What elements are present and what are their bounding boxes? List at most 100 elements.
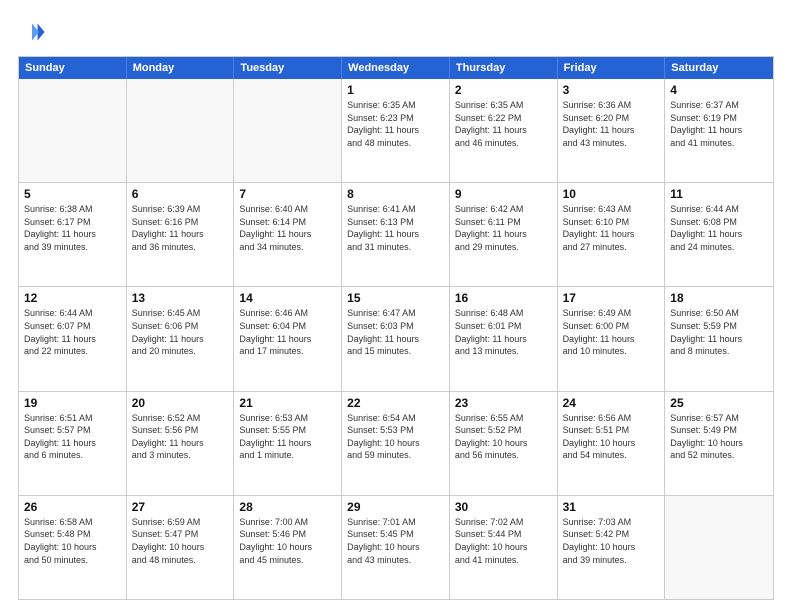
day-number: 26 [24, 500, 121, 514]
day-number: 11 [670, 187, 768, 201]
day-cell-9: 9 Sunrise: 6:42 AM Sunset: 6:11 PM Daylig… [450, 183, 558, 286]
day-cell-14: 14 Sunrise: 6:46 AM Sunset: 6:04 PM Dayli… [234, 287, 342, 390]
day-cell-31: 31 Sunrise: 7:03 AM Sunset: 5:42 PM Dayli… [558, 496, 666, 599]
day-info: Sunrise: 6:55 AM Sunset: 5:52 PM Dayligh… [455, 412, 552, 462]
calendar-row-1: 5 Sunrise: 6:38 AM Sunset: 6:17 PM Daylig… [19, 182, 773, 286]
day-cell-24: 24Sunrise: 6:56 AM Sunset: 5:51 PM Dayli… [558, 392, 666, 495]
day-number: 13 [132, 291, 229, 305]
day-info: Sunrise: 6:56 AM Sunset: 5:51 PM Dayligh… [563, 412, 660, 462]
day-cell-15: 15 Sunrise: 6:47 AM Sunset: 6:03 PM Dayli… [342, 287, 450, 390]
day-number: 15 [347, 291, 444, 305]
header-day-sunday: Sunday [19, 57, 127, 79]
day-cell-6: 6Sunrise: 6:39 AM Sunset: 6:16 PM Daylig… [127, 183, 235, 286]
day-info: Sunrise: 6:40 AM Sunset: 6:14 PM Dayligh… [239, 203, 336, 253]
day-cell-11: 11Sunrise: 6:44 AM Sunset: 6:08 PM Dayli… [665, 183, 773, 286]
day-cell-18: 18 Sunrise: 6:50 AM Sunset: 5:59 PM Dayli… [665, 287, 773, 390]
day-cell-3: 3Sunrise: 6:36 AM Sunset: 6:20 PM Daylig… [558, 79, 666, 182]
day-info: Sunrise: 6:45 AM Sunset: 6:06 PM Dayligh… [132, 307, 229, 357]
header-day-tuesday: Tuesday [234, 57, 342, 79]
day-info: Sunrise: 6:58 AM Sunset: 5:48 PM Dayligh… [24, 516, 121, 566]
day-info: Sunrise: 6:48 AM Sunset: 6:01 PM Dayligh… [455, 307, 552, 357]
day-cell-19: 19 Sunrise: 6:51 AM Sunset: 5:57 PM Dayli… [19, 392, 127, 495]
day-cell-10: 10 Sunrise: 6:43 AM Sunset: 6:10 PM Dayli… [558, 183, 666, 286]
calendar-header: SundayMondayTuesdayWednesdayThursdayFrid… [19, 57, 773, 79]
day-cell-25: 25 Sunrise: 6:57 AM Sunset: 5:49 PM Dayli… [665, 392, 773, 495]
day-info: Sunrise: 6:51 AM Sunset: 5:57 PM Dayligh… [24, 412, 121, 462]
day-cell-27: 27 Sunrise: 6:59 AM Sunset: 5:47 PM Dayli… [127, 496, 235, 599]
day-cell-4: 4Sunrise: 6:37 AM Sunset: 6:19 PM Daylig… [665, 79, 773, 182]
day-info: Sunrise: 6:43 AM Sunset: 6:10 PM Dayligh… [563, 203, 660, 253]
day-number: 30 [455, 500, 552, 514]
calendar-row-2: 12Sunrise: 6:44 AM Sunset: 6:07 PM Dayli… [19, 286, 773, 390]
header [18, 18, 774, 46]
day-number: 7 [239, 187, 336, 201]
calendar-body: 1 Sunrise: 6:35 AM Sunset: 6:23 PM Daylig… [19, 79, 773, 599]
day-info: Sunrise: 6:52 AM Sunset: 5:56 PM Dayligh… [132, 412, 229, 462]
day-cell-5: 5 Sunrise: 6:38 AM Sunset: 6:17 PM Daylig… [19, 183, 127, 286]
day-number: 14 [239, 291, 336, 305]
empty-cell-0-0 [19, 79, 127, 182]
day-number: 8 [347, 187, 444, 201]
day-number: 25 [670, 396, 768, 410]
day-number: 21 [239, 396, 336, 410]
day-number: 10 [563, 187, 660, 201]
day-cell-17: 17Sunrise: 6:49 AM Sunset: 6:00 PM Dayli… [558, 287, 666, 390]
day-cell-20: 20 Sunrise: 6:52 AM Sunset: 5:56 PM Dayli… [127, 392, 235, 495]
logo [18, 18, 50, 46]
day-number: 29 [347, 500, 444, 514]
day-number: 6 [132, 187, 229, 201]
day-number: 17 [563, 291, 660, 305]
page: SundayMondayTuesdayWednesdayThursdayFrid… [0, 0, 792, 612]
day-cell-28: 28 Sunrise: 7:00 AM Sunset: 5:46 PM Dayli… [234, 496, 342, 599]
day-number: 12 [24, 291, 121, 305]
day-info: Sunrise: 6:50 AM Sunset: 5:59 PM Dayligh… [670, 307, 768, 357]
logo-icon [18, 18, 46, 46]
day-number: 3 [563, 83, 660, 97]
day-info: Sunrise: 7:01 AM Sunset: 5:45 PM Dayligh… [347, 516, 444, 566]
day-cell-21: 21 Sunrise: 6:53 AM Sunset: 5:55 PM Dayli… [234, 392, 342, 495]
header-day-monday: Monday [127, 57, 235, 79]
day-cell-29: 29 Sunrise: 7:01 AM Sunset: 5:45 PM Dayli… [342, 496, 450, 599]
day-info: Sunrise: 6:35 AM Sunset: 6:22 PM Dayligh… [455, 99, 552, 149]
day-number: 19 [24, 396, 121, 410]
calendar-row-3: 19 Sunrise: 6:51 AM Sunset: 5:57 PM Dayli… [19, 391, 773, 495]
day-info: Sunrise: 6:41 AM Sunset: 6:13 PM Dayligh… [347, 203, 444, 253]
empty-cell-4-6 [665, 496, 773, 599]
day-cell-13: 13 Sunrise: 6:45 AM Sunset: 6:06 PM Dayli… [127, 287, 235, 390]
day-cell-23: 23 Sunrise: 6:55 AM Sunset: 5:52 PM Dayli… [450, 392, 558, 495]
day-cell-30: 30 Sunrise: 7:02 AM Sunset: 5:44 PM Dayli… [450, 496, 558, 599]
calendar: SundayMondayTuesdayWednesdayThursdayFrid… [18, 56, 774, 600]
day-info: Sunrise: 7:02 AM Sunset: 5:44 PM Dayligh… [455, 516, 552, 566]
day-number: 5 [24, 187, 121, 201]
day-info: Sunrise: 6:59 AM Sunset: 5:47 PM Dayligh… [132, 516, 229, 566]
day-cell-22: 22Sunrise: 6:54 AM Sunset: 5:53 PM Dayli… [342, 392, 450, 495]
day-info: Sunrise: 7:00 AM Sunset: 5:46 PM Dayligh… [239, 516, 336, 566]
header-day-saturday: Saturday [665, 57, 773, 79]
day-info: Sunrise: 6:54 AM Sunset: 5:53 PM Dayligh… [347, 412, 444, 462]
day-number: 18 [670, 291, 768, 305]
day-cell-8: 8 Sunrise: 6:41 AM Sunset: 6:13 PM Daylig… [342, 183, 450, 286]
day-info: Sunrise: 6:57 AM Sunset: 5:49 PM Dayligh… [670, 412, 768, 462]
day-number: 23 [455, 396, 552, 410]
day-number: 9 [455, 187, 552, 201]
header-day-thursday: Thursday [450, 57, 558, 79]
day-info: Sunrise: 6:35 AM Sunset: 6:23 PM Dayligh… [347, 99, 444, 149]
day-info: Sunrise: 6:47 AM Sunset: 6:03 PM Dayligh… [347, 307, 444, 357]
day-number: 16 [455, 291, 552, 305]
calendar-row-0: 1 Sunrise: 6:35 AM Sunset: 6:23 PM Daylig… [19, 79, 773, 182]
day-info: Sunrise: 7:03 AM Sunset: 5:42 PM Dayligh… [563, 516, 660, 566]
day-info: Sunrise: 6:42 AM Sunset: 6:11 PM Dayligh… [455, 203, 552, 253]
day-cell-1: 1 Sunrise: 6:35 AM Sunset: 6:23 PM Daylig… [342, 79, 450, 182]
day-number: 1 [347, 83, 444, 97]
day-info: Sunrise: 6:38 AM Sunset: 6:17 PM Dayligh… [24, 203, 121, 253]
day-info: Sunrise: 6:37 AM Sunset: 6:19 PM Dayligh… [670, 99, 768, 149]
day-number: 27 [132, 500, 229, 514]
empty-cell-0-2 [234, 79, 342, 182]
day-info: Sunrise: 6:46 AM Sunset: 6:04 PM Dayligh… [239, 307, 336, 357]
day-cell-26: 26 Sunrise: 6:58 AM Sunset: 5:48 PM Dayli… [19, 496, 127, 599]
day-info: Sunrise: 6:53 AM Sunset: 5:55 PM Dayligh… [239, 412, 336, 462]
day-number: 20 [132, 396, 229, 410]
day-number: 31 [563, 500, 660, 514]
day-number: 28 [239, 500, 336, 514]
day-number: 2 [455, 83, 552, 97]
